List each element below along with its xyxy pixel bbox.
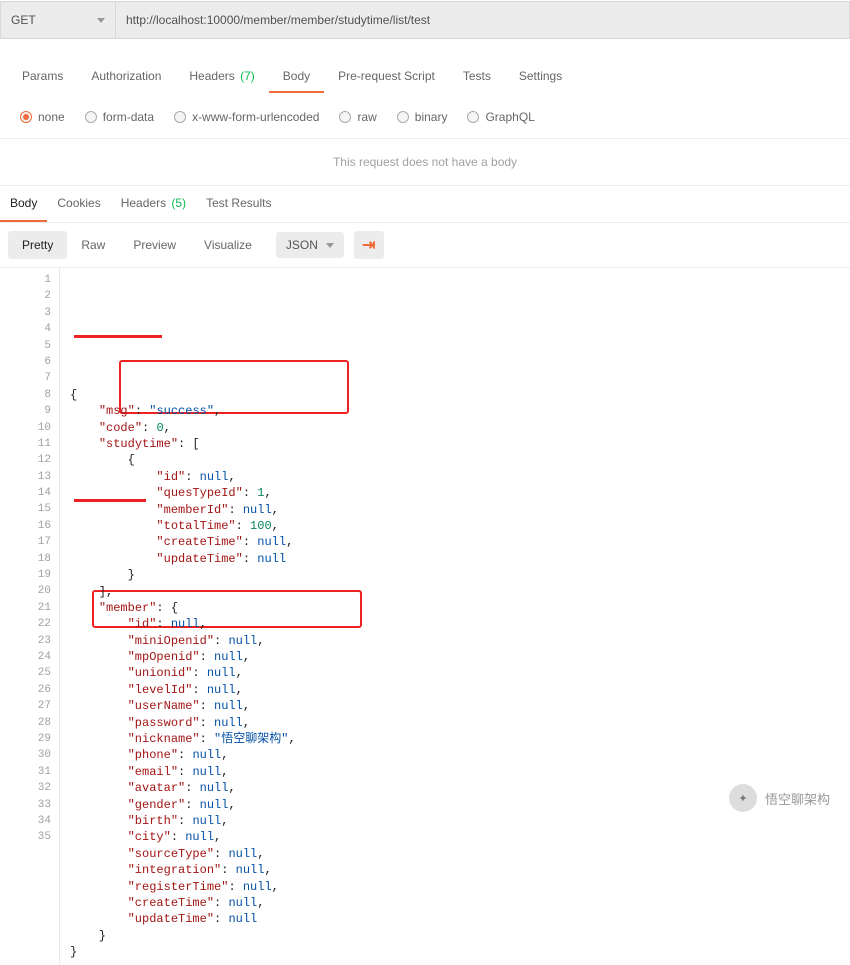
tab-tests[interactable]: Tests — [449, 61, 505, 93]
http-method-dropdown[interactable]: GET — [0, 1, 116, 39]
response-tabs: Body Cookies Headers (5) Test Results — [0, 186, 850, 223]
response-format-dropdown[interactable]: JSON — [276, 232, 344, 258]
radio-label: form-data — [103, 110, 154, 124]
request-tabs: Params Authorization Headers (7) Body Pr… — [0, 52, 850, 102]
radio-icon — [85, 111, 97, 123]
radio-formdata[interactable]: form-data — [85, 110, 154, 124]
view-visualize[interactable]: Visualize — [190, 231, 266, 259]
tab-body[interactable]: Body — [269, 61, 324, 93]
view-raw[interactable]: Raw — [67, 231, 119, 259]
radio-label: raw — [357, 110, 376, 124]
watermark: ✦ 悟空聊架构 — [729, 784, 830, 812]
format-label: JSON — [286, 238, 318, 252]
chevron-down-icon — [326, 243, 334, 248]
body-type-row: none form-data x-www-form-urlencoded raw… — [0, 102, 850, 139]
json-code[interactable]: { "msg": "success", "code": 0, "studytim… — [60, 268, 850, 965]
radio-icon — [20, 111, 32, 123]
tab-params[interactable]: Params — [8, 61, 77, 93]
response-view-bar: Pretty Raw Preview Visualize JSON ⇥ — [0, 223, 850, 268]
tab-settings[interactable]: Settings — [505, 61, 576, 93]
radio-icon — [339, 111, 351, 123]
watermark-icon: ✦ — [729, 784, 757, 812]
tab-prerequest[interactable]: Pre-request Script — [324, 61, 449, 93]
resp-tab-headers[interactable]: Headers (5) — [111, 186, 196, 222]
tab-headers[interactable]: Headers (7) — [175, 61, 268, 93]
radio-binary[interactable]: binary — [397, 110, 448, 124]
no-body-message: This request does not have a body — [0, 139, 850, 186]
tab-authorization[interactable]: Authorization — [77, 61, 175, 93]
line-wrap-icon: ⇥ — [362, 235, 375, 255]
radio-label: none — [38, 110, 65, 124]
radio-graphql[interactable]: GraphQL — [467, 110, 534, 124]
resp-tab-body[interactable]: Body — [0, 186, 47, 222]
radio-xwww[interactable]: x-www-form-urlencoded — [174, 110, 319, 124]
url-input[interactable] — [116, 1, 850, 39]
highlight-studytime-key — [74, 335, 162, 338]
radio-label: x-www-form-urlencoded — [192, 110, 319, 124]
line-gutter: 1234567891011121314151617181920212223242… — [0, 268, 60, 965]
request-url-bar: GET — [0, 0, 850, 40]
radio-icon — [467, 111, 479, 123]
response-body-editor[interactable]: 1234567891011121314151617181920212223242… — [0, 268, 850, 965]
resp-headers-label: Headers — [121, 196, 166, 210]
radio-none[interactable]: none — [20, 110, 65, 124]
http-method-label: GET — [11, 13, 36, 27]
resp-tab-cookies[interactable]: Cookies — [47, 186, 110, 222]
headers-count: (7) — [240, 69, 255, 83]
radio-label: binary — [415, 110, 448, 124]
tab-headers-label: Headers — [189, 69, 234, 83]
radio-raw[interactable]: raw — [339, 110, 376, 124]
resp-headers-count: (5) — [171, 196, 186, 210]
radio-icon — [174, 111, 186, 123]
radio-label: GraphQL — [485, 110, 534, 124]
view-pretty[interactable]: Pretty — [8, 231, 67, 259]
view-preview[interactable]: Preview — [119, 231, 190, 259]
watermark-text: 悟空聊架构 — [765, 789, 830, 808]
chevron-down-icon — [97, 18, 105, 23]
radio-icon — [397, 111, 409, 123]
line-wrap-button[interactable]: ⇥ — [354, 231, 384, 259]
resp-tab-testresults[interactable]: Test Results — [196, 186, 281, 222]
